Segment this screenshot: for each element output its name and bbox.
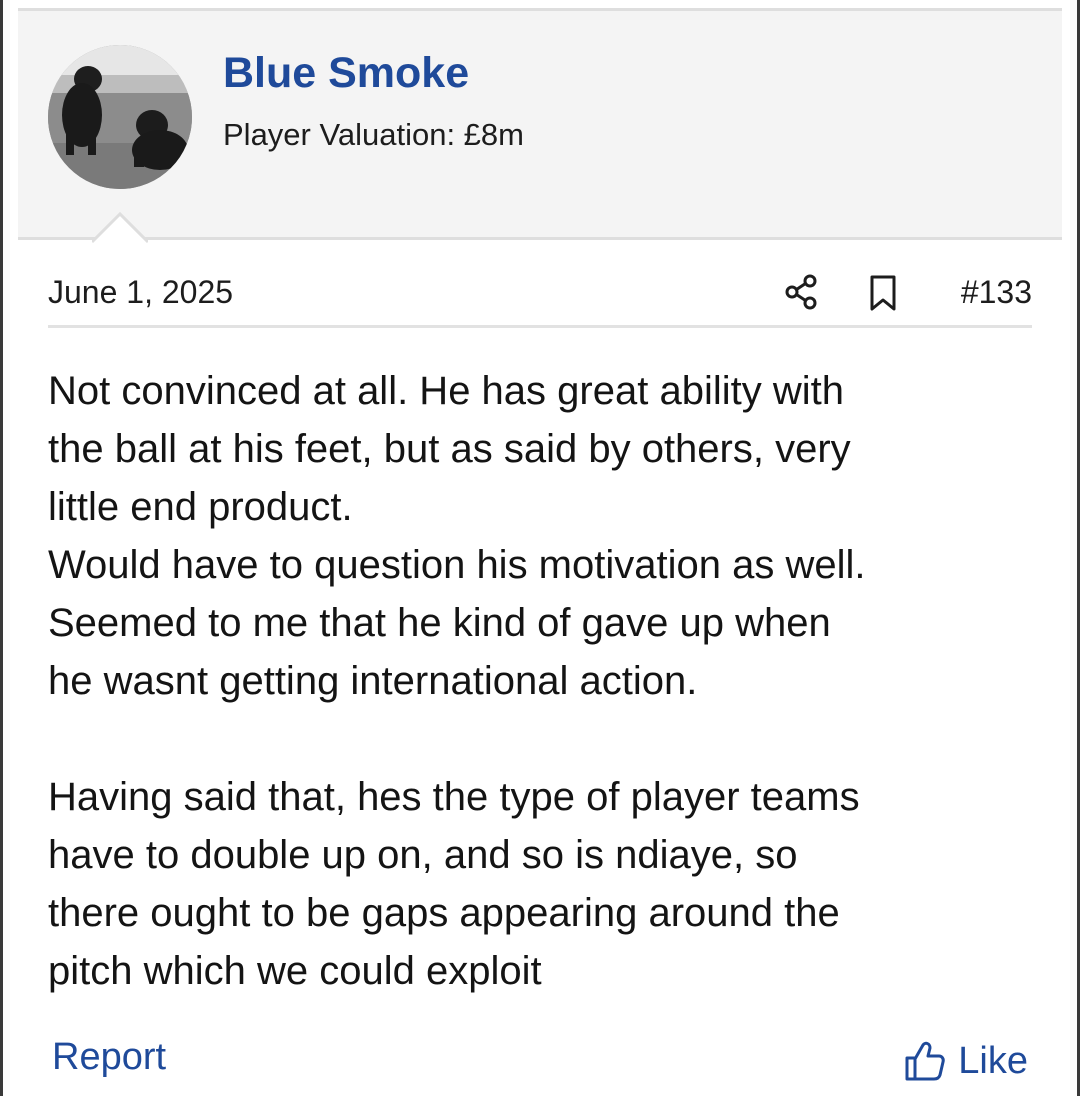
avatar-photo (48, 45, 192, 189)
avatar[interactable] (48, 45, 192, 189)
share-icon (785, 274, 817, 310)
thumbs-up-icon (905, 1041, 946, 1081)
like-label: Like (958, 1039, 1028, 1082)
message-paragraph-1: Not convinced at all. He has great abili… (48, 362, 1048, 710)
report-link[interactable]: Report (52, 1036, 166, 1079)
message-line: pitch which we could exploit (48, 949, 542, 993)
bookmark-icon (870, 275, 896, 311)
share-button[interactable] (784, 274, 820, 310)
user-valuation: Player Valuation: £8m (223, 117, 524, 152)
message-paragraph-2: Having said that, hes the type of player… (48, 768, 1048, 1000)
message-line: he wasnt getting international action. (48, 659, 698, 703)
bookmark-button[interactable] (866, 274, 900, 312)
post-user-header: Blue Smoke Player Valuation: £8m (18, 8, 1062, 240)
post-message-body: Not convinced at all. He has great abili… (48, 362, 1048, 1000)
username-link[interactable]: Blue Smoke (223, 49, 469, 98)
like-button[interactable]: Like (904, 1036, 1028, 1086)
message-line: Having said that, hes the type of player… (48, 775, 860, 819)
message-line: have to double up on, and so is ndiaye, … (48, 833, 798, 877)
header-pointer-arrow (92, 212, 148, 244)
post-meta-row: June 1, 2025 #133 (48, 268, 1032, 328)
message-line: there ought to be gaps appearing around … (48, 891, 840, 935)
message-line: Seemed to me that he kind of gave up whe… (48, 601, 831, 645)
message-line: Would have to question his motivation as… (48, 543, 866, 587)
message-line: Not convinced at all. He has great abili… (48, 369, 844, 413)
message-line: little end product. (48, 485, 353, 529)
post-date[interactable]: June 1, 2025 (48, 274, 233, 311)
message-line: the ball at his feet, but as said by oth… (48, 427, 851, 471)
post-number-link[interactable]: #133 (961, 274, 1032, 311)
window-border-left (0, 0, 3, 1096)
